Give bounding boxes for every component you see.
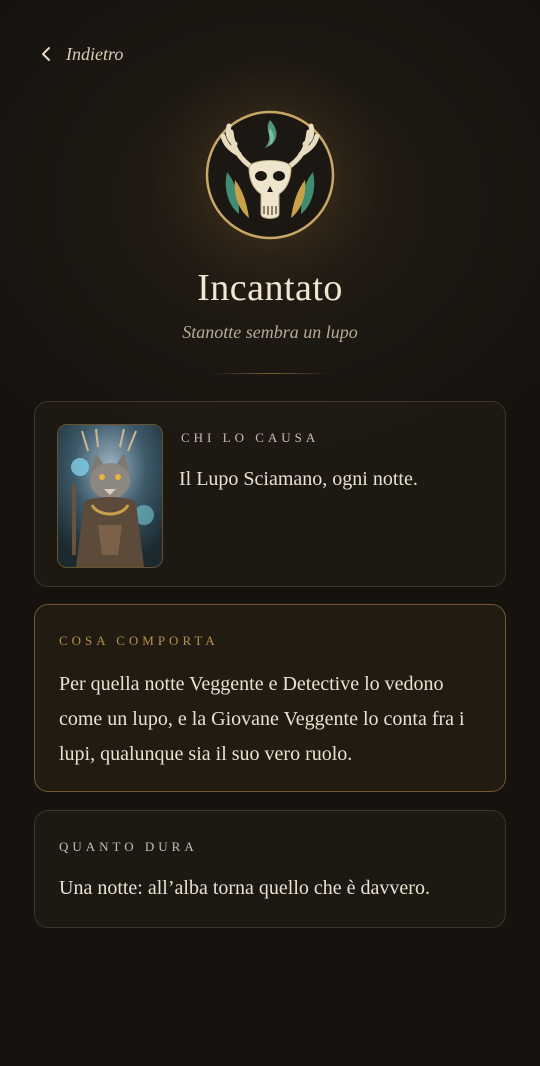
back-button[interactable]: Indietro — [40, 40, 123, 68]
page-subtitle: Stanotte sembra un lupo — [182, 322, 358, 342]
effect-text: Per quella notte Veggente e Detective lo… — [59, 673, 465, 765]
effect-card: Cosa comporta Per quella notte Veggente … — [34, 604, 506, 792]
divider — [210, 373, 330, 374]
wolf-shaman-portrait — [57, 424, 163, 568]
duration-text: Una notte: all’alba torna quello che è d… — [59, 877, 430, 899]
cause-card: Chi lo causa Il Lupo Sciamano, ogni nott… — [34, 401, 506, 587]
page-title: Incantato — [197, 267, 343, 309]
chevron-left-icon — [40, 46, 52, 62]
duration-card: Quanto dura Una notte: all’alba torna qu… — [34, 810, 506, 928]
cause-text: Il Lupo Sciamano, ogni notte. — [179, 468, 418, 490]
cause-heading: Chi lo causa — [181, 430, 320, 445]
effect-heading: Cosa comporta — [59, 633, 219, 648]
back-label: Indietro — [66, 43, 124, 64]
duration-heading: Quanto dura — [59, 839, 198, 854]
deer-skull-feathers-icon — [205, 110, 335, 240]
